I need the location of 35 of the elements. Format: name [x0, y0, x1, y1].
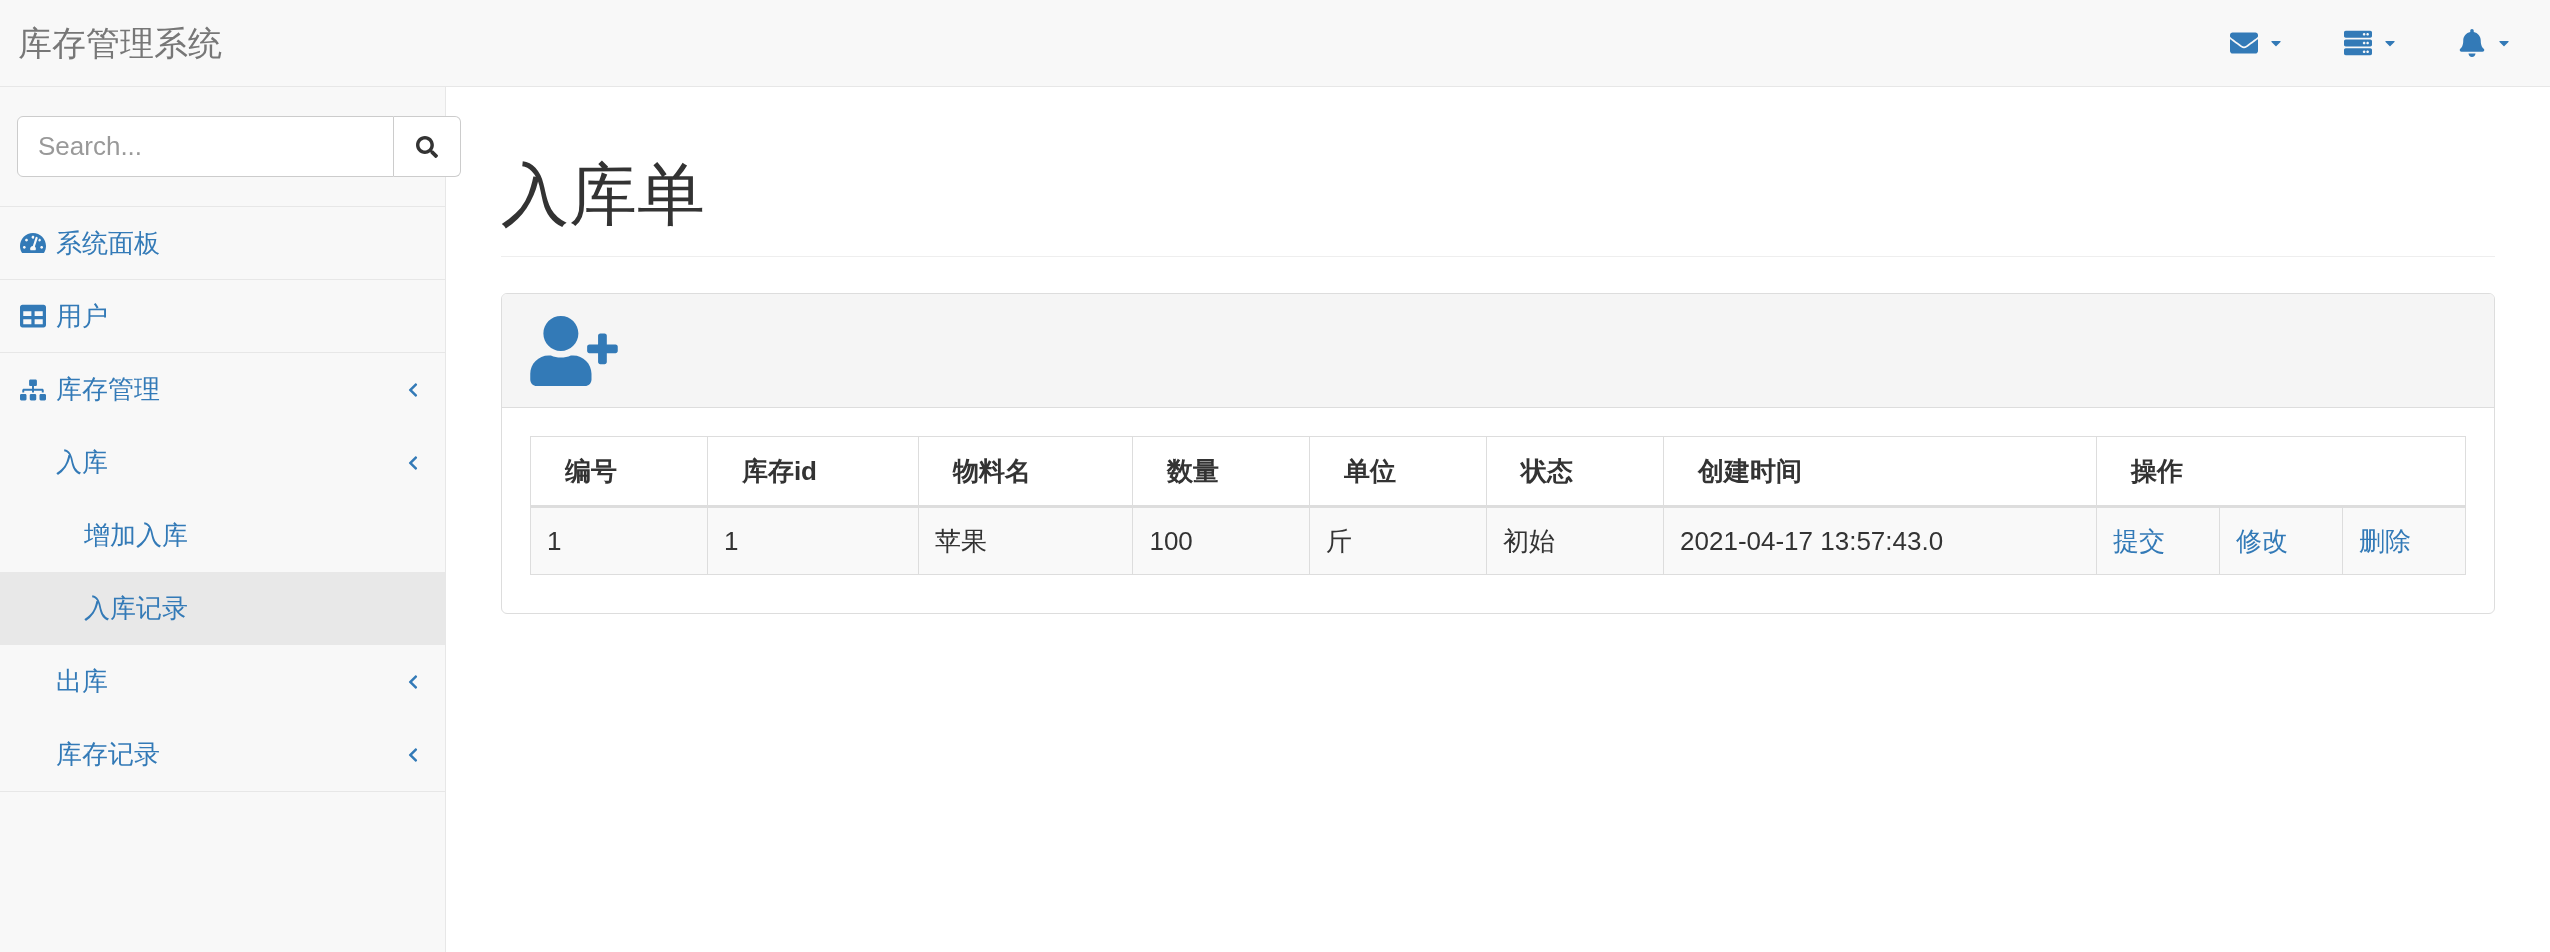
action-link[interactable]: 删除 — [2359, 525, 2411, 556]
column-header: 数量 — [1132, 436, 1310, 507]
bell-icon — [2458, 29, 2486, 57]
column-header: 单位 — [1309, 436, 1487, 507]
table-cell: 苹果 — [918, 506, 1133, 575]
chevron-icon — [407, 746, 419, 763]
column-header: 物料名 — [918, 436, 1133, 507]
search-icon — [416, 135, 438, 158]
action-link[interactable]: 修改 — [2236, 525, 2288, 556]
search-button[interactable] — [394, 116, 461, 177]
table-cell: 斤 — [1309, 506, 1487, 575]
table-icon — [20, 303, 46, 329]
table-cell: 2021-04-17 13:57:43.0 — [1663, 506, 2097, 575]
table-cell: 初始 — [1486, 506, 1664, 575]
column-header: 状态 — [1486, 436, 1664, 507]
table-cell: 1 — [530, 506, 708, 575]
brand-title: 库存管理系统 — [18, 22, 223, 64]
column-header: 操作 — [2096, 436, 2466, 507]
server-icon — [2344, 29, 2372, 57]
gauge-icon — [20, 230, 46, 256]
search-input[interactable]: Search... — [17, 116, 394, 177]
chevron-icon — [407, 454, 419, 471]
column-header: 编号 — [530, 436, 708, 507]
navbar-dropdown-button[interactable] — [2344, 29, 2398, 57]
page-title: 入库单 — [501, 147, 2495, 258]
chevron-icon — [407, 673, 419, 690]
table-cell: 100 — [1132, 506, 1310, 575]
action-link[interactable]: 提交 — [2113, 525, 2165, 556]
add-user-icon — [530, 315, 618, 386]
sidebar-item[interactable]: 入库记录 — [0, 572, 445, 645]
column-header: 创建时间 — [1663, 436, 2097, 507]
column-header: 库存id — [707, 436, 919, 507]
navbar-dropdown-button[interactable] — [2458, 29, 2512, 57]
table-cell: 1 — [707, 506, 919, 575]
chevron-icon — [407, 381, 419, 398]
